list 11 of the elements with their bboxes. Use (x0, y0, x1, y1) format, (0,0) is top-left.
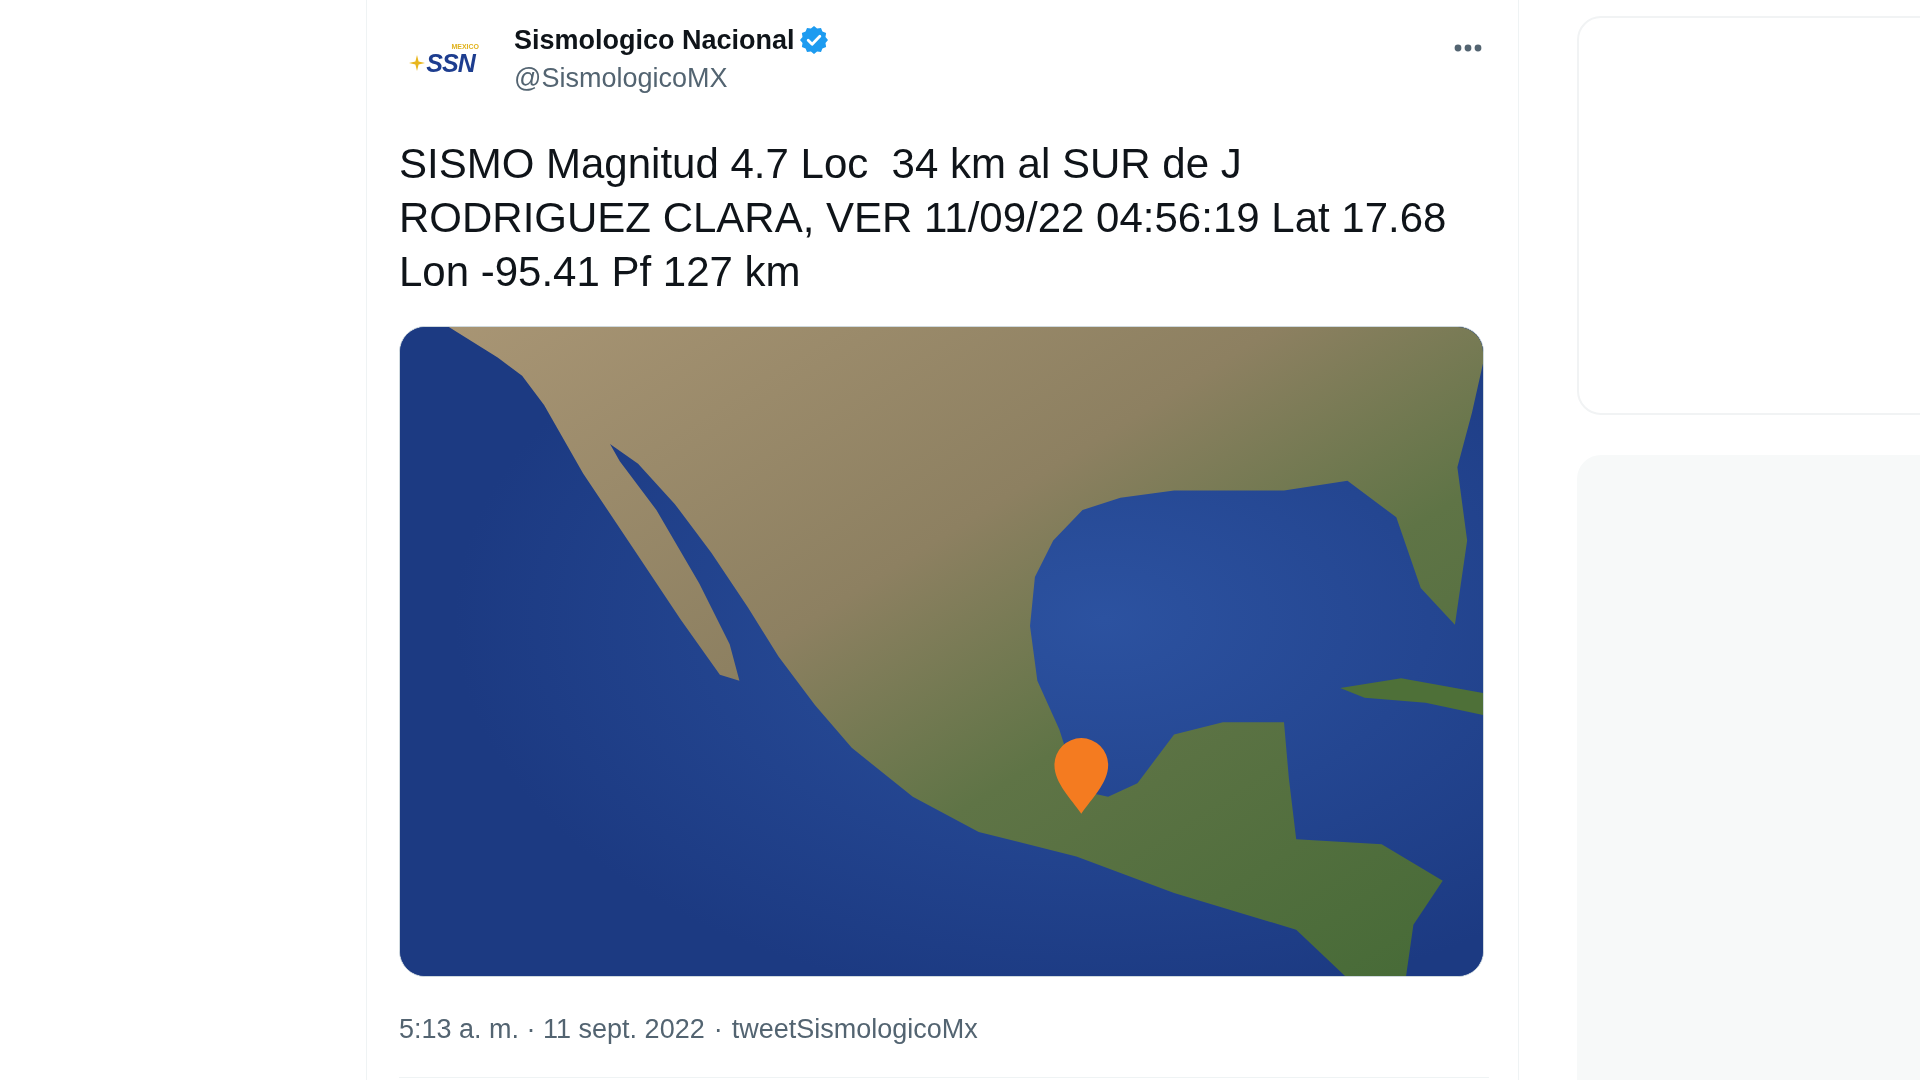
separator-dot: · (713, 1013, 723, 1046)
sparkle-icon (409, 55, 426, 71)
more-button[interactable] (1454, 44, 1482, 52)
logo-text: SSN (426, 51, 475, 75)
timestamp-link[interactable]: 5:13 a. m. · 11 sept. 2022 (399, 1011, 705, 1047)
author-handle[interactable]: @SismologicoMX (514, 59, 828, 97)
source-link[interactable]: tweetSismologicoMx (731, 1011, 978, 1047)
map-image[interactable] (399, 326, 1484, 977)
author-name[interactable]: Sismologico Nacional (514, 21, 795, 59)
tweet-text: SISMO Magnitud 4.7 Loc 34 km al SUR de J RODRIGUEZ CLARA, VER 11/09/22 04:56:19 Lat 17.68 Lon -95.41 Pf 127 km (399, 139, 1448, 297)
more-icon (1454, 44, 1482, 52)
